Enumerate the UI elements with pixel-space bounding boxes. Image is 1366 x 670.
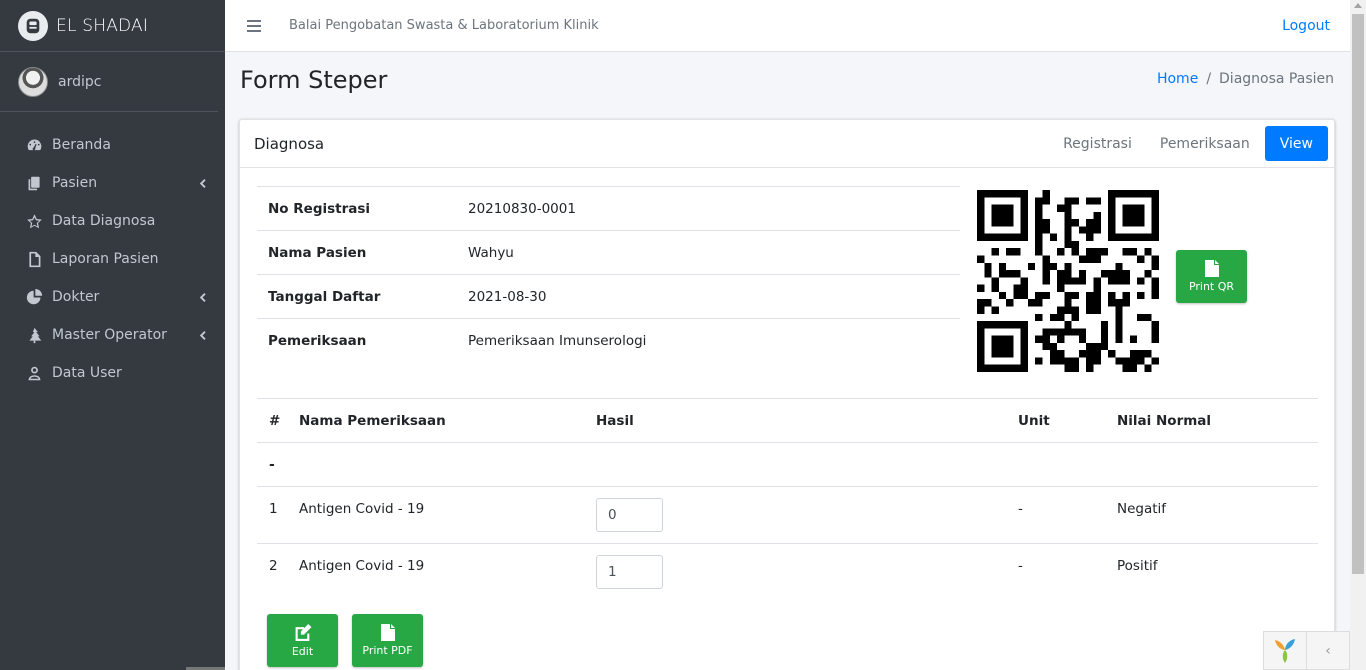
- sidebar-item-label: Data User: [52, 365, 122, 381]
- info-value: Wahyu: [468, 244, 514, 261]
- info-row: Nama Pasien Wahyu: [257, 230, 960, 274]
- breadcrumb-current: Diagnosa Pasien: [1219, 71, 1334, 87]
- diagnosa-card: Diagnosa Registrasi Pemeriksaan View No …: [239, 119, 1335, 670]
- table-header-row: # Nama Pemeriksaan Hasil Unit Nilai Norm…: [257, 398, 1318, 442]
- tab-registrasi[interactable]: Registrasi: [1049, 126, 1146, 161]
- table-group-row: -: [257, 442, 1318, 486]
- row-normal: Positif: [1117, 558, 1158, 574]
- step-tabs: Registrasi Pemeriksaan View: [1049, 126, 1328, 161]
- breadcrumb: Home / Diagnosa Pasien: [1157, 71, 1334, 87]
- copy-icon: [24, 174, 44, 192]
- user-icon: [24, 364, 44, 382]
- row-unit: -: [1018, 558, 1023, 574]
- sidebar-item-pasien[interactable]: Pasien: [0, 164, 225, 202]
- info-value: Pemeriksaan Imunserologi: [468, 332, 647, 349]
- chevron-left-icon: [197, 178, 207, 188]
- avatar: [18, 66, 48, 97]
- user-panel[interactable]: ardipc: [0, 52, 218, 112]
- patient-info-table: No Registrasi 20210830-0001 Nama Pasien …: [257, 186, 960, 362]
- tree-icon: [24, 326, 44, 344]
- logout-link[interactable]: Logout: [1282, 18, 1330, 34]
- info-value: 20210830-0001: [468, 200, 576, 217]
- sidebar-item-dokter[interactable]: Dokter: [0, 278, 225, 316]
- row-name: Antigen Covid - 19: [299, 558, 425, 574]
- debug-toolbar: ‹: [1263, 631, 1350, 670]
- brand-logo-icon: [18, 10, 48, 41]
- info-key: No Registrasi: [268, 200, 371, 217]
- scroll-up-arrow[interactable]: [1354, 3, 1362, 8]
- results-table: # Nama Pemeriksaan Hasil Unit Nilai Norm…: [257, 398, 1318, 600]
- chevron-left-icon: [197, 292, 207, 302]
- sidebar-item-label: Master Operator: [52, 327, 167, 343]
- row-num: 2: [269, 558, 278, 574]
- row-unit: -: [1018, 501, 1023, 517]
- scroll-thumb[interactable]: [1352, 14, 1364, 574]
- edit-label: Edit: [291, 644, 314, 658]
- sidebar-item-label: Pasien: [52, 175, 98, 191]
- sidebar-item-beranda[interactable]: Beranda: [0, 126, 225, 164]
- info-row: Pemeriksaan Pemeriksaan Imunserologi: [257, 318, 960, 362]
- sidebar-item-label: Beranda: [52, 137, 111, 153]
- sidebar-item-label: Laporan Pasien: [52, 251, 159, 267]
- sidebar-item-data-diagnosa[interactable]: Data Diagnosa: [0, 202, 225, 240]
- group-label: -: [269, 456, 275, 473]
- table-row: 1 Antigen Covid - 19 - Negatif: [257, 486, 1318, 543]
- breadcrumb-home-link[interactable]: Home: [1157, 71, 1198, 87]
- tab-view[interactable]: View: [1264, 126, 1328, 161]
- user-name: ardipc: [58, 73, 102, 90]
- info-row: No Registrasi 20210830-0001: [257, 186, 960, 230]
- yii-logo-icon[interactable]: [1264, 632, 1307, 669]
- sidebar-item-label: Data Diagnosa: [52, 213, 156, 229]
- pie-chart-icon: [24, 288, 44, 306]
- breadcrumb-separator: /: [1206, 71, 1212, 87]
- hasil-input[interactable]: [596, 555, 663, 589]
- info-row: Tanggal Daftar 2021-08-30: [257, 274, 960, 318]
- column-header-unit: Unit: [1018, 412, 1050, 429]
- card-title: Diagnosa: [254, 134, 325, 153]
- print-pdf-label: Print PDF: [362, 644, 413, 657]
- edit-icon: [295, 623, 311, 641]
- debug-toggle[interactable]: ‹: [1307, 632, 1349, 669]
- sidebar-item-laporan-pasien[interactable]: Laporan Pasien: [0, 240, 225, 278]
- row-name: Antigen Covid - 19: [299, 501, 425, 517]
- edit-button[interactable]: Edit: [267, 614, 338, 667]
- info-value: 2021-08-30: [468, 288, 547, 305]
- column-header-hasil: Hasil: [596, 412, 634, 429]
- column-header-num: #: [269, 412, 281, 429]
- top-navbar: Balai Pengobatan Swasta & Laboratorium K…: [225, 0, 1350, 52]
- hasil-input[interactable]: [596, 498, 663, 532]
- info-key: Nama Pasien: [268, 244, 367, 261]
- sidebar-item-label: Dokter: [52, 289, 100, 305]
- page-title: Form Steper: [240, 66, 388, 94]
- dashboard-icon: [24, 136, 44, 154]
- file-icon: [24, 250, 44, 268]
- page-scrollbar[interactable]: [1350, 0, 1366, 670]
- row-num: 1: [269, 501, 278, 517]
- sidebar-item-master-operator[interactable]: Master Operator: [0, 316, 225, 354]
- column-header-name: Nama Pemeriksaan: [299, 412, 446, 429]
- info-key: Tanggal Daftar: [268, 288, 381, 305]
- qr-code: [977, 190, 1159, 372]
- row-normal: Negatif: [1117, 501, 1167, 517]
- print-qr-button[interactable]: Print QR: [1176, 250, 1247, 303]
- sidebar: EL SHADAI ardipc Beranda Pasien Data Dia…: [0, 0, 225, 670]
- column-header-normal: Nilai Normal: [1117, 412, 1212, 429]
- table-row: 2 Antigen Covid - 19 - Positif: [257, 543, 1318, 600]
- menu-toggle-icon[interactable]: [247, 19, 261, 32]
- info-key: Pemeriksaan: [268, 332, 367, 349]
- tab-pemeriksaan[interactable]: Pemeriksaan: [1146, 126, 1264, 161]
- brand-link[interactable]: EL SHADAI: [0, 0, 225, 52]
- file-icon: [1204, 260, 1219, 277]
- brand-name: EL SHADAI: [56, 15, 149, 36]
- star-icon: [24, 212, 44, 230]
- card-header: Diagnosa Registrasi Pemeriksaan View: [240, 120, 1334, 168]
- sidebar-nav: Beranda Pasien Data Diagnosa Laporan Pas…: [0, 126, 225, 392]
- print-pdf-button[interactable]: Print PDF: [352, 614, 423, 667]
- chevron-left-icon: [197, 330, 207, 340]
- sidebar-item-data-user[interactable]: Data User: [0, 354, 225, 392]
- print-qr-label: Print QR: [1188, 280, 1235, 293]
- app-title: Balai Pengobatan Swasta & Laboratorium K…: [289, 18, 599, 33]
- file-icon: [380, 624, 395, 641]
